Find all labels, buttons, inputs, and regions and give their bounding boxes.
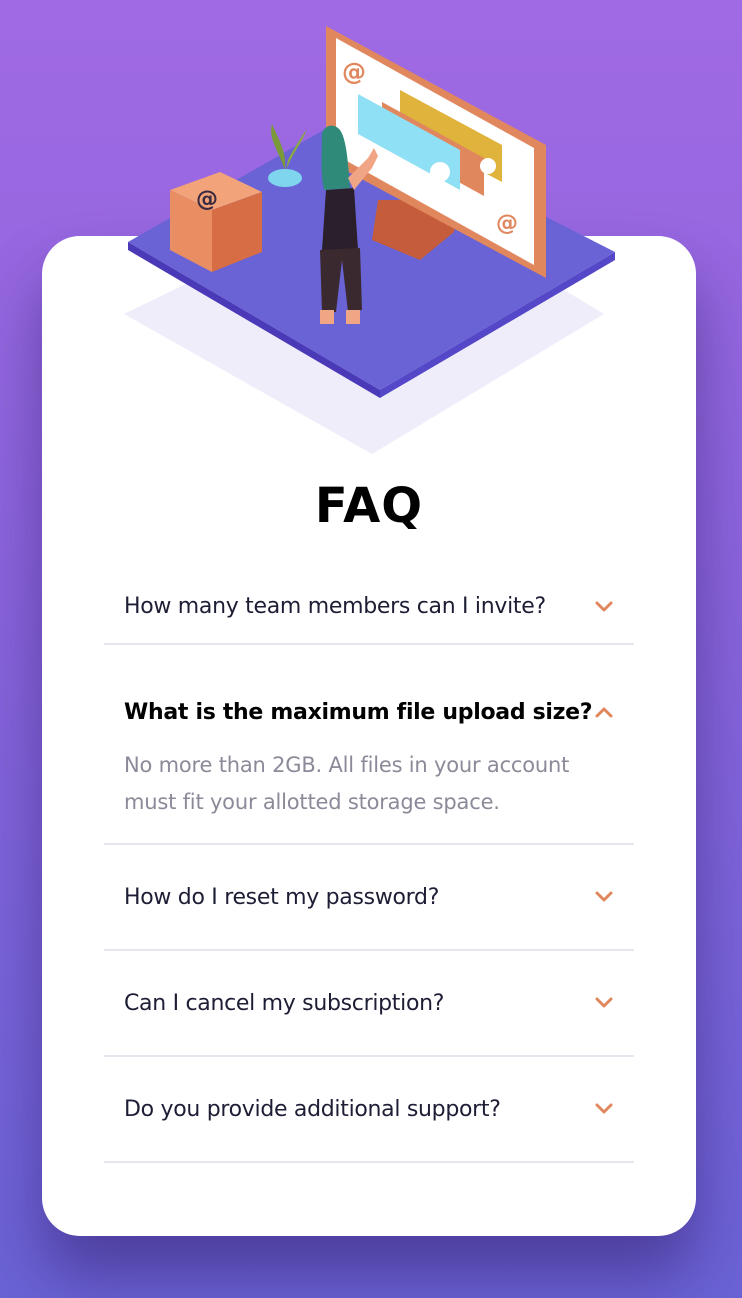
page-title: FAQ [314, 478, 424, 534]
svg-text:@: @ [496, 211, 518, 236]
faq-question-text: How many team members can I invite? [124, 594, 546, 619]
chevron-up-icon [595, 707, 613, 718]
faq-question-toggle[interactable]: Can I cancel my subscription? [104, 951, 634, 1055]
faq-accordion: How many team members can I invite? What… [104, 570, 634, 1163]
faq-question-text: What is the maximum file upload size? [124, 699, 593, 725]
faq-item: What is the maximum file upload size? No… [104, 677, 634, 845]
faq-question-toggle[interactable]: Do you provide additional support? [104, 1057, 634, 1161]
faq-question-text: How do I reset my password? [124, 884, 440, 910]
faq-item: Do you provide additional support? [104, 1057, 634, 1163]
faq-question-toggle[interactable]: What is the maximum file upload size? [104, 677, 634, 747]
faq-item: How do I reset my password? [104, 845, 634, 951]
faq-item: How many team members can I invite? [104, 570, 634, 645]
svg-text:@: @ [196, 187, 218, 212]
faq-question-text: Do you provide additional support? [124, 1096, 501, 1122]
faq-answer-text: No more than 2GB. All files in your acco… [124, 753, 570, 814]
faq-item: Can I cancel my subscription? [104, 951, 634, 1057]
chevron-down-icon [595, 601, 613, 611]
svg-text:@: @ [342, 58, 366, 86]
faq-question-toggle[interactable]: How do I reset my password? [104, 845, 634, 949]
faq-question-text: Can I cancel my subscription? [124, 990, 445, 1016]
chevron-down-icon [595, 997, 613, 1008]
faq-question-toggle[interactable]: How many team members can I invite? [104, 570, 634, 643]
chevron-down-icon [595, 891, 613, 902]
woman-online-illustration: @ @ @ [124, 26, 615, 454]
chevron-down-icon [595, 1103, 613, 1114]
